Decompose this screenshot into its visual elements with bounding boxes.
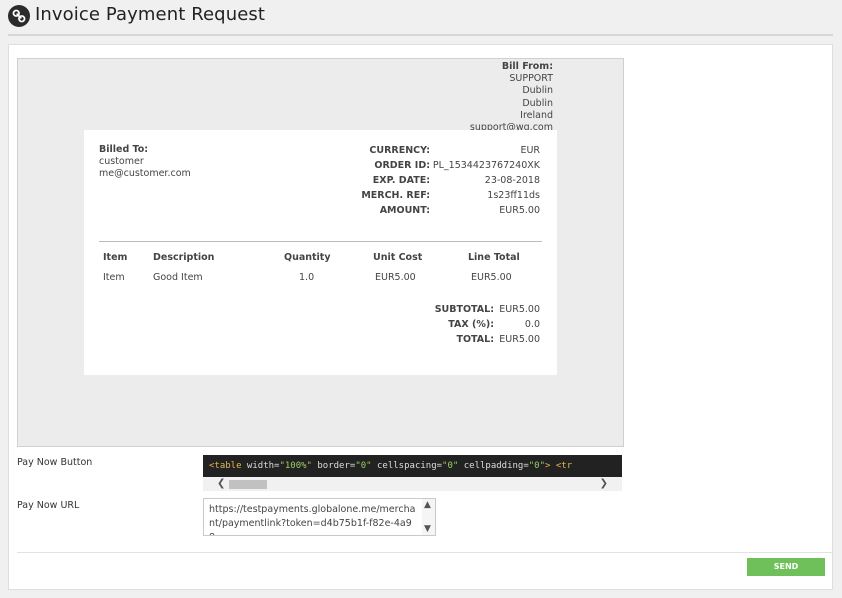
meta-row: EXP. DATE: 23-08-2018 bbox=[334, 175, 540, 190]
column-header-unit-cost: Unit Cost bbox=[373, 252, 423, 263]
column-header-item: Item bbox=[103, 252, 128, 263]
code-token: "0" bbox=[528, 461, 546, 471]
link-icon bbox=[8, 5, 30, 27]
meta-value: PL_1534423767240XK bbox=[432, 160, 540, 171]
pay-now-button-label: Pay Now Button bbox=[17, 457, 93, 468]
code-token: cellpadding= bbox=[458, 461, 529, 471]
bill-from-line: Dublin bbox=[522, 85, 553, 97]
scroll-left-icon[interactable]: ❮ bbox=[217, 477, 225, 491]
scrollbar-thumb[interactable] bbox=[229, 480, 267, 489]
page-title: Invoice Payment Request bbox=[35, 4, 266, 25]
column-header-line-total: Line Total bbox=[468, 252, 520, 263]
bill-from-label: Bill From: bbox=[501, 61, 553, 72]
invoice-preview: Bill From: SUPPORT Dublin Dublin Ireland… bbox=[17, 58, 624, 447]
totals-value: EUR5.00 bbox=[499, 334, 540, 345]
meta-row: ORDER ID: PL_1534423767240XK bbox=[334, 160, 540, 175]
meta-label: CURRENCY: bbox=[369, 145, 430, 156]
code-token: "0" bbox=[442, 461, 459, 471]
column-header-quantity: Quantity bbox=[284, 252, 331, 263]
code-token: border= bbox=[311, 461, 356, 471]
pay-now-url-value: https://testpayments.globalone.me/mercha… bbox=[209, 504, 416, 535]
bill-from-line: Dublin bbox=[522, 97, 553, 109]
table-cell: 1.0 bbox=[299, 272, 315, 283]
meta-row: AMOUNT: EUR5.00 bbox=[334, 205, 540, 220]
meta-label: MERCH. REF: bbox=[361, 190, 430, 201]
code-token: cellspacing= bbox=[371, 461, 443, 471]
code-horizontal-scrollbar[interactable]: ❮ ❯ bbox=[203, 477, 622, 491]
code-token: <tr bbox=[550, 461, 573, 471]
table-cell: EUR5.00 bbox=[375, 272, 416, 283]
totals-label: TOTAL: bbox=[456, 334, 494, 345]
code-token: <table bbox=[209, 461, 242, 471]
meta-label: ORDER ID: bbox=[374, 160, 430, 171]
billed-to-name: customer bbox=[99, 156, 144, 167]
invoice-meta: CURRENCY: EUR ORDER ID: PL_1534423767240… bbox=[334, 145, 540, 220]
table-cell: EUR5.00 bbox=[471, 272, 512, 283]
pay-now-url-label: Pay Now URL bbox=[17, 500, 80, 511]
code-token: "0" bbox=[355, 461, 372, 471]
meta-label: AMOUNT: bbox=[379, 205, 430, 216]
billed-to: Billed To: customer me@customer.com bbox=[99, 144, 191, 180]
invoice-divider bbox=[99, 241, 542, 242]
meta-value: EUR bbox=[520, 145, 540, 156]
totals-row: SUBTOTAL: EUR5.00 bbox=[334, 304, 540, 319]
column-header-description: Description bbox=[153, 252, 215, 263]
meta-label: EXP. DATE: bbox=[372, 175, 430, 186]
meta-value: EUR5.00 bbox=[499, 205, 540, 216]
meta-value: 1s23ff11ds bbox=[487, 190, 540, 201]
invoice-card: Billed To: customer me@customer.com CURR… bbox=[84, 130, 557, 375]
page-header: Invoice Payment Request bbox=[0, 0, 842, 35]
scroll-down-icon[interactable]: ▼ bbox=[424, 524, 431, 534]
code-token: "100%" bbox=[279, 461, 312, 471]
meta-row: CURRENCY: EUR bbox=[334, 145, 540, 160]
table-cell: Good Item bbox=[153, 272, 203, 283]
bill-from-line: SUPPORT bbox=[509, 73, 553, 85]
totals-label: SUBTOTAL: bbox=[434, 304, 494, 315]
table-cell: Item bbox=[103, 272, 125, 283]
pay-now-url-textarea[interactable]: https://testpayments.globalone.me/mercha… bbox=[203, 498, 436, 536]
bill-from: Bill From: SUPPORT Dublin Dublin Ireland… bbox=[470, 61, 553, 134]
billed-to-label: Billed To: bbox=[99, 144, 149, 155]
code-token: width= bbox=[241, 461, 280, 471]
bill-from-line: Ireland bbox=[520, 109, 553, 121]
pay-now-button-code[interactable]: <table width="100%" border="0" cellspaci… bbox=[203, 455, 622, 477]
url-vertical-scrollbar[interactable]: ▲ ▼ bbox=[422, 499, 435, 535]
meta-row: MERCH. REF: 1s23ff11ds bbox=[334, 190, 540, 205]
header-divider bbox=[8, 34, 833, 36]
totals-label: TAX (%): bbox=[448, 319, 494, 330]
scroll-right-icon[interactable]: ❯ bbox=[600, 477, 608, 491]
billed-to-email: me@customer.com bbox=[99, 168, 191, 179]
totals-value: 0.0 bbox=[524, 319, 540, 330]
footer-divider bbox=[17, 552, 832, 553]
scroll-up-icon[interactable]: ▲ bbox=[424, 500, 431, 510]
meta-value: 23-08-2018 bbox=[484, 175, 540, 186]
invoice-totals: SUBTOTAL: EUR5.00 TAX (%): 0.0 TOTAL: EU… bbox=[334, 304, 540, 349]
totals-row: TOTAL: EUR5.00 bbox=[334, 334, 540, 349]
totals-row: TAX (%): 0.0 bbox=[334, 319, 540, 334]
totals-value: EUR5.00 bbox=[499, 304, 540, 315]
send-button[interactable]: SEND bbox=[747, 558, 825, 576]
